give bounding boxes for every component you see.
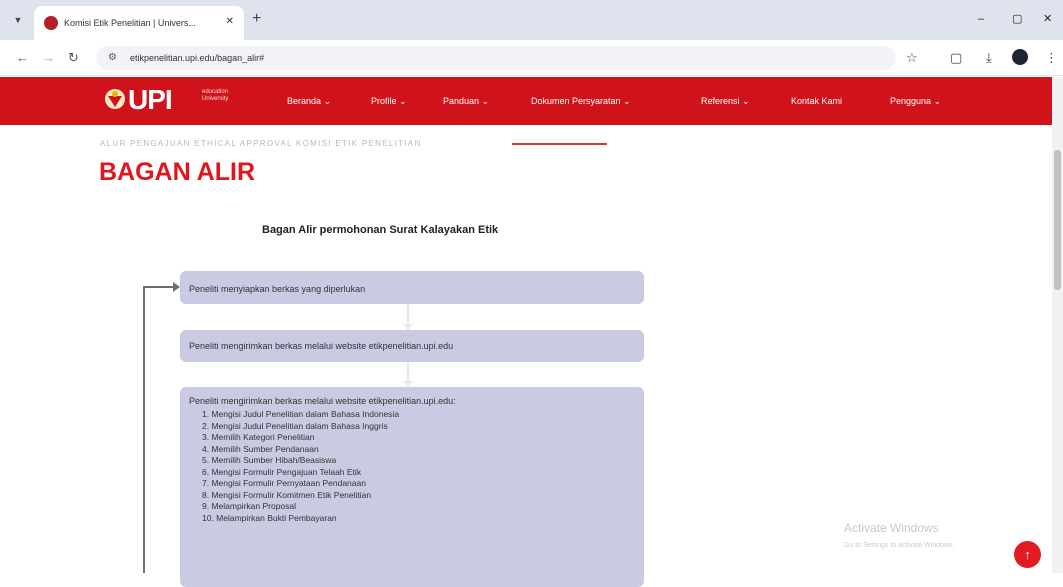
nav-item-referensi[interactable]: Referensi ⌄ <box>701 94 750 108</box>
list-item: 7. Mengisi Formulir Pernyataan Pendanaan <box>202 478 366 488</box>
extensions-icon[interactable]: ▢ <box>950 49 962 67</box>
flow-loop-line <box>143 286 145 573</box>
site-info-icon[interactable]: ⚙ <box>108 50 117 66</box>
logo-text[interactable]: UPI <box>128 84 173 116</box>
list-item: 10. Melampirkan Bukti Pembayaran <box>202 512 337 523</box>
back-button[interactable]: ← <box>16 49 29 67</box>
url-bar[interactable]: ⚙ etikpenelitian.upi.edu/bagan_alir# <box>96 46 896 70</box>
close-window-button[interactable]: ✕ <box>1043 10 1052 28</box>
logo-subtitle: education University <box>202 89 229 102</box>
browser-tab-bar: ▼ Komisi Etik Penelitian | Univers... ✕ … <box>0 0 1063 40</box>
activate-windows-subtext: Go to Settings to activate Windows. <box>844 542 955 549</box>
tab-close-icon[interactable]: ✕ <box>226 15 234 29</box>
flow-step-3-list: 1. Mengisi Judul Penelitian dalam Bahasa… <box>202 409 399 524</box>
nav-item-panduan[interactable]: Panduan ⌄ <box>443 94 489 108</box>
list-item: 3. Memilih Kategori Penelitian <box>202 432 315 442</box>
url-text: etikpenelitian.upi.edu/bagan_alir# <box>130 53 265 63</box>
scroll-to-top-button[interactable]: ↑ <box>1014 541 1041 568</box>
download-icon[interactable]: ⤓ <box>986 49 992 67</box>
profile-avatar[interactable] <box>1012 49 1028 65</box>
list-item: 8. Mengisi Formulir Komitmen Etik Peneli… <box>202 489 372 500</box>
list-item: 6. Mengisi Formulir Pengajuan Telaah Eti… <box>202 466 362 477</box>
flow-arrow-right-icon <box>173 282 180 292</box>
flow-step-3-title: Peneliti mengirimkan berkas melalui webs… <box>189 396 456 406</box>
list-item: 1. Mengisi Judul Penelitian dalam Bahasa… <box>202 409 400 419</box>
scrollbar-thumb[interactable] <box>1054 150 1061 290</box>
nav-item-beranda[interactable]: Beranda ⌄ <box>287 94 331 108</box>
favicon-icon <box>44 16 58 30</box>
flow-step-2: Peneliti mengirimkan berkas melalui webs… <box>180 330 644 362</box>
forward-button[interactable]: → <box>42 49 55 67</box>
flow-step-1-text: Peneliti menyiapkan berkas yang diperluk… <box>189 284 366 294</box>
nav-item-dokumen-persyaratan[interactable]: Dokumen Persyaratan ⌄ <box>531 94 631 108</box>
list-item: 4. Memilih Sumber Pendanaan <box>202 443 319 454</box>
minimize-button[interactable]: – <box>978 10 984 28</box>
bookmark-star-icon[interactable]: ☆ <box>906 49 918 67</box>
maximize-button[interactable]: ▢ <box>1012 10 1022 28</box>
upi-logo-icon <box>105 89 125 109</box>
flow-step-2-text: Peneliti mengirimkan berkas melalui webs… <box>189 341 454 351</box>
breadcrumb-divider <box>512 143 607 145</box>
site-navbar: UPI education University Beranda ⌄ Profi… <box>0 77 1063 125</box>
new-tab-button[interactable]: + <box>252 9 261 29</box>
list-item: 2. Mengisi Judul Penelitian dalam Bahasa… <box>202 420 388 431</box>
nav-item-kontak-kami[interactable]: Kontak Kami <box>791 94 842 108</box>
browser-tab-active[interactable]: Komisi Etik Penelitian | Univers... ✕ <box>34 6 244 40</box>
breadcrumb: ALUR PENGAJUAN ETHICAL APPROVAL KOMISI E… <box>100 139 422 148</box>
flow-loop-line-horizontal <box>143 286 175 288</box>
list-item: 5. Memilih Sumber Hibah/Beasiswa <box>202 455 337 465</box>
flowchart-heading: Bagan Alir permohonan Surat Kalayakan Et… <box>262 224 499 236</box>
tab-title: Komisi Etik Penelitian | Univers... <box>64 18 196 28</box>
flow-step-1: Peneliti menyiapkan berkas yang diperluk… <box>180 271 644 304</box>
list-item: 9. Melampirkan Proposal <box>202 501 297 511</box>
flow-step-3: Peneliti mengirimkan berkas melalui webs… <box>180 387 644 587</box>
nav-item-profile[interactable]: Profile ⌄ <box>371 94 407 108</box>
page-title: BAGAN ALIR <box>99 158 256 186</box>
reload-button[interactable]: ↻ <box>68 49 79 67</box>
activate-windows-watermark: Activate Windows <box>844 521 939 535</box>
nav-item-pengguna[interactable]: Pengguna ⌄ <box>890 94 941 108</box>
address-toolbar: ← → ↻ ⚙ etikpenelitian.upi.edu/bagan_ali… <box>0 40 1063 76</box>
tab-search-dropdown-icon[interactable]: ▼ <box>8 10 28 30</box>
menu-dots-icon[interactable]: ⋮ <box>1045 49 1058 67</box>
